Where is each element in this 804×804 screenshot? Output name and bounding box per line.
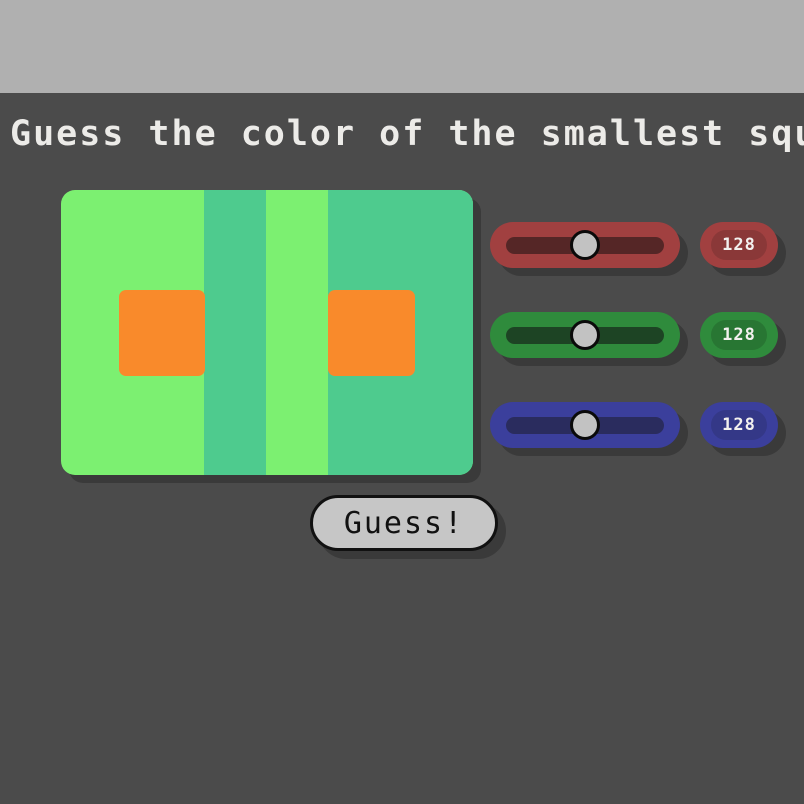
- red-value-inner: 128: [711, 230, 767, 260]
- guess-button[interactable]: Guess!: [310, 495, 498, 551]
- swatch-small-square: [119, 290, 205, 376]
- page-title: Guess the color of the smallest squares!: [10, 114, 804, 154]
- blue-value-inner: 128: [711, 410, 767, 440]
- app-root: Guess the color of the smallest squares!…: [0, 0, 804, 804]
- window-titlebar: [0, 0, 804, 93]
- guess-button-label: Guess!: [343, 505, 465, 541]
- swatch-small-square: [328, 290, 415, 376]
- green-value-inner: 128: [711, 320, 767, 350]
- red-value-text: 128: [722, 235, 756, 255]
- blue-value-text: 128: [722, 415, 756, 435]
- color-swatch-panel: [61, 190, 473, 475]
- swatch-stripe: [204, 190, 266, 475]
- green-value-text: 128: [722, 325, 756, 345]
